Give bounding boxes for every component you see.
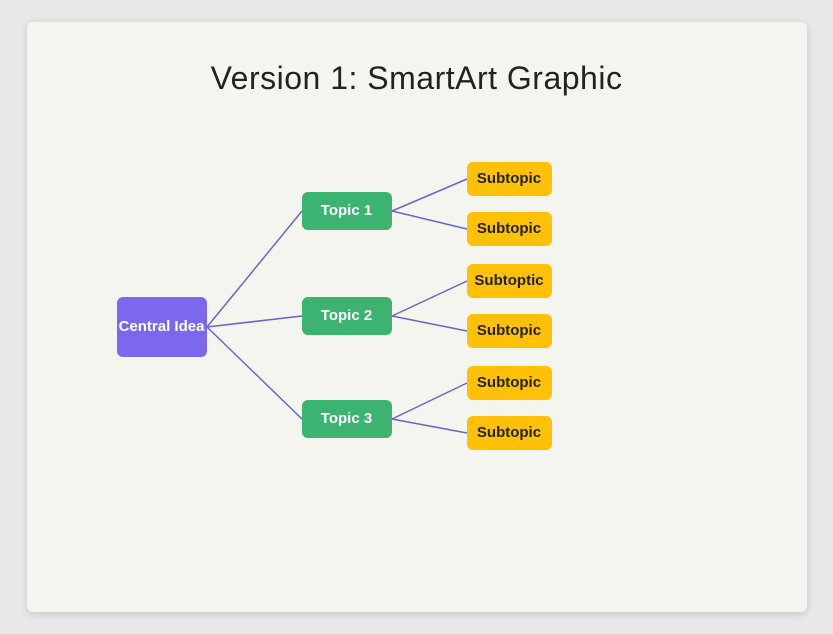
- subtopic-3b-node: Subtopic: [467, 416, 552, 450]
- connector-lines: [107, 142, 727, 572]
- central-idea-node: Central Idea: [117, 297, 207, 357]
- slide: Version 1: SmartArt Graphic Central Ide: [27, 22, 807, 612]
- subtopic-1b-node: Subtopic: [467, 212, 552, 246]
- diagram: Central Idea Topic 1 Topic 2 Topic 3 Sub…: [107, 142, 727, 572]
- topic-3-node: Topic 3: [302, 400, 392, 438]
- subtopic-3a-node: Subtopic: [467, 366, 552, 400]
- topic-1-node: Topic 1: [302, 192, 392, 230]
- subtopic-2a-node: Subtoptic: [467, 264, 552, 298]
- slide-title: Version 1: SmartArt Graphic: [27, 22, 807, 97]
- topic-2-node: Topic 2: [302, 297, 392, 335]
- subtopic-2b-node: Subtopic: [467, 314, 552, 348]
- subtopic-1a-node: Subtopic: [467, 162, 552, 196]
